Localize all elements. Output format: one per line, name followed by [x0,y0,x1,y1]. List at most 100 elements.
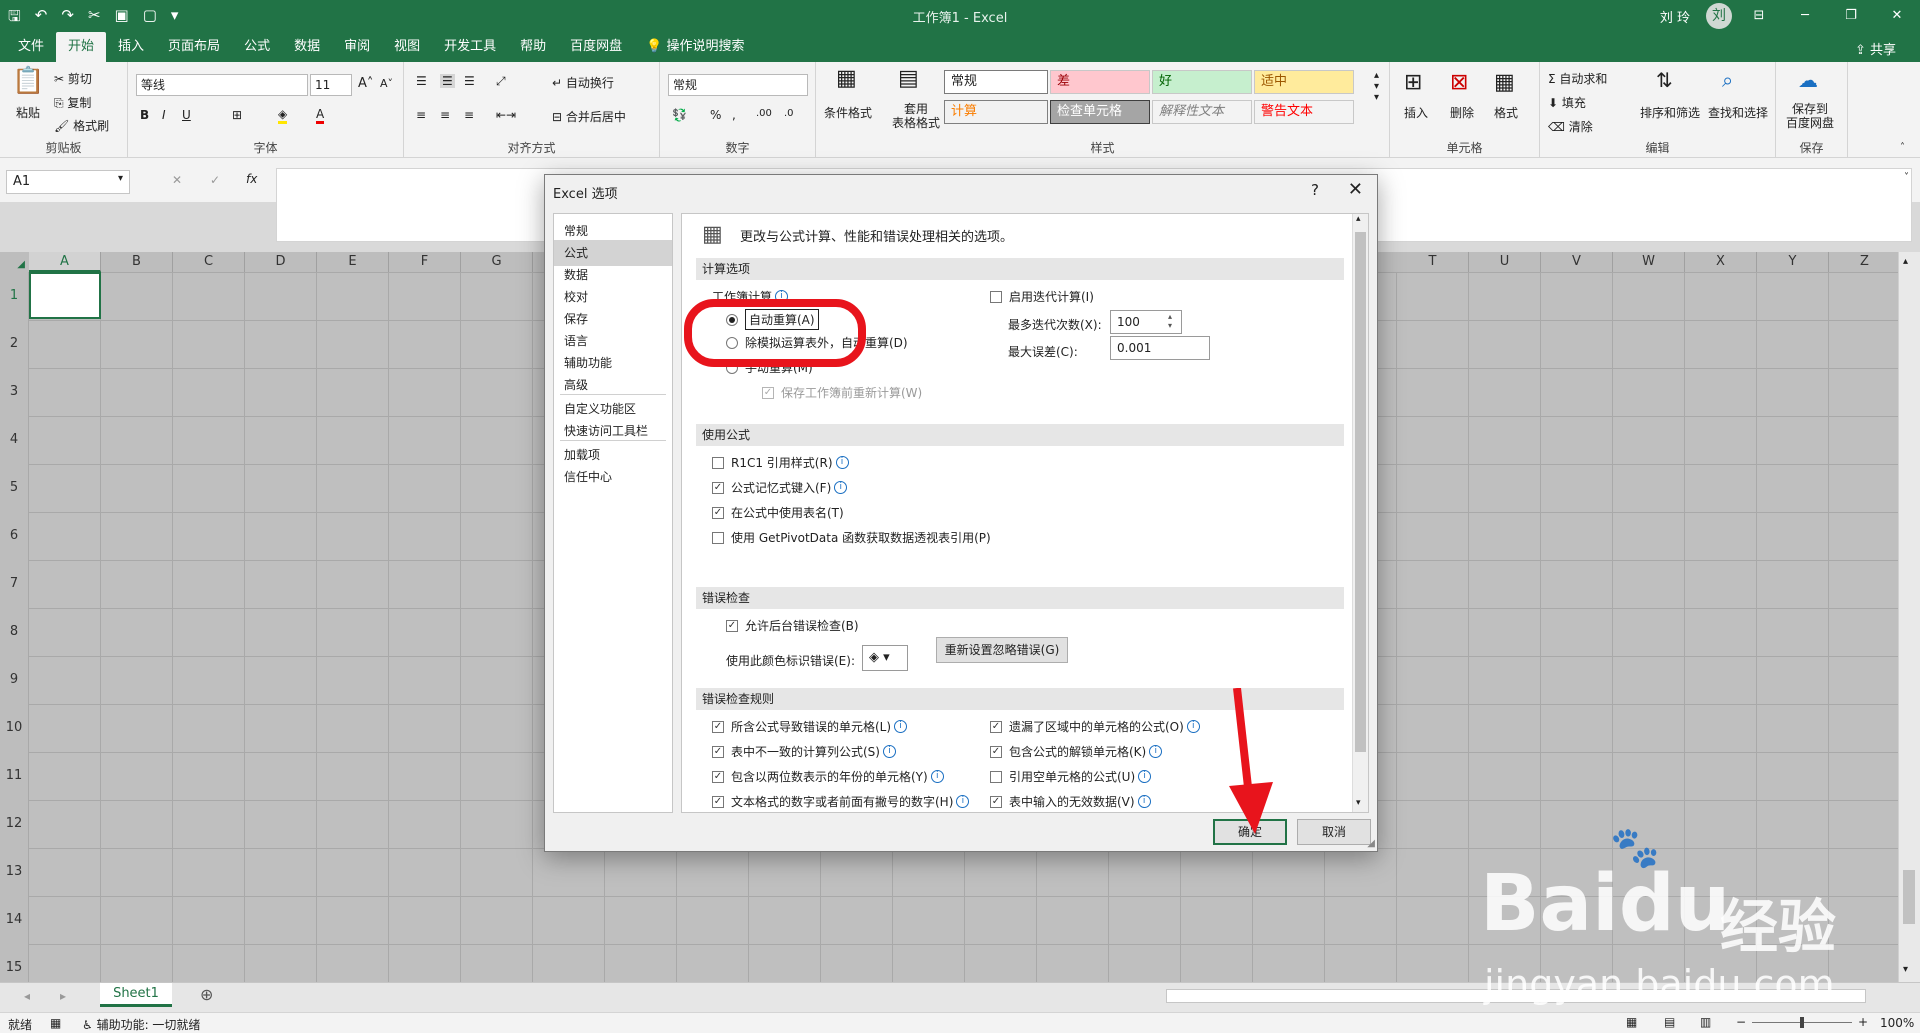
rule-left-2[interactable]: ✓ 包含以两位数表示的年份的单元格(Y) i [712,768,944,785]
confirm-entry-icon[interactable]: ✓ [210,173,220,187]
column-header-A[interactable]: A [29,252,101,272]
resize-grip-icon[interactable]: ◢ [1367,838,1375,849]
format-cells-button[interactable]: 格式 [1494,104,1518,121]
macro-record-icon[interactable]: ▦ [50,1016,61,1030]
fill-color-icon[interactable]: ◈ [278,107,288,124]
scroll-up-icon[interactable]: ▴ [1903,256,1908,267]
row-header-12[interactable]: 12 [0,816,28,831]
row-header-7[interactable]: 7 [0,576,28,591]
user-name[interactable]: 刘 玲 [1660,7,1690,26]
cell-style-1[interactable]: 差 [1050,70,1150,94]
column-header-B[interactable]: B [101,252,173,272]
find-select-button[interactable]: 查找和选择 [1708,104,1768,121]
row-header-13[interactable]: 13 [0,864,28,879]
row-header-1[interactable]: 1 [0,288,28,303]
close-icon[interactable]: ✕ [1874,0,1920,32]
column-header-U[interactable]: U [1469,252,1541,272]
collapse-ribbon-icon[interactable]: ˄ [1900,142,1905,153]
column-header-Z[interactable]: Z [1829,252,1901,272]
name-box[interactable]: A1 [6,170,130,194]
share-button[interactable]: ⇪ 共享 [1855,39,1896,58]
nav-item-11[interactable]: 信任中心 [554,464,672,490]
paste-button[interactable]: 粘贴 [16,104,40,121]
column-header-G[interactable]: G [461,252,533,272]
font-name-select[interactable]: 等线 [136,74,308,96]
prev-sheet-icon[interactable]: ◂ [24,989,30,1003]
help-icon[interactable]: ? [1311,181,1319,199]
tab-3[interactable]: 页面布局 [156,32,232,62]
cell-style-6[interactable]: 解释性文本 [1152,100,1252,124]
decrease-decimal-icon[interactable]: .0 [784,108,794,119]
align-top-icon[interactable]: ☰ [416,74,427,88]
find-select-icon[interactable]: ⌕ [1722,68,1733,92]
tab-4[interactable]: 公式 [232,32,282,62]
format-table-icon[interactable]: ▤ [898,66,919,91]
tab-8[interactable]: 开发工具 [432,32,508,62]
cancel-button[interactable]: 取消 [1297,819,1371,845]
namebox-dropdown-icon[interactable]: ▾ [118,173,123,184]
clear-button[interactable]: ⌫ 清除 [1548,118,1593,135]
align-bottom-icon[interactable]: ☰ [464,74,475,88]
autosum-button[interactable]: Σ 自动求和 [1548,70,1607,87]
accessibility-status[interactable]: ♿ 辅助功能: 一切就绪 [82,1016,200,1033]
format-cells-icon[interactable]: ▦ [1494,70,1515,95]
cell-style-7[interactable]: 警告文本 [1254,100,1354,124]
column-header-C[interactable]: C [173,252,245,272]
merge-center-button[interactable]: ⊟ 合并后居中 [552,108,626,125]
expand-formula-icon[interactable]: ˅ [1904,172,1909,183]
content-scroll-up-icon[interactable]: ▴ [1356,214,1361,224]
fill-button[interactable]: ⬇ 填充 [1548,94,1586,111]
max-change-input[interactable]: 0.001 [1110,336,1210,360]
column-header-E[interactable]: E [317,252,389,272]
comma-icon[interactable]: , [732,108,736,122]
insert-cells-button[interactable]: 插入 [1404,104,1428,121]
tab-9[interactable]: 帮助 [508,32,558,62]
delete-cells-icon[interactable]: ⊠ [1450,70,1468,95]
column-header-W[interactable]: W [1613,252,1685,272]
tab-1[interactable]: 开始 [56,32,107,62]
iterative-calc-checkbox[interactable]: 启用迭代计算(I) [990,288,1094,305]
cancel-entry-icon[interactable]: ✕ [172,173,182,187]
tab-10[interactable]: 百度网盘 [558,32,634,62]
column-header-D[interactable]: D [245,252,317,272]
gallery-scroll-icon[interactable]: ▴ ▾ ▾ [1374,70,1379,103]
row-header-4[interactable]: 4 [0,432,28,447]
column-header-F[interactable]: F [389,252,461,272]
column-header-Y[interactable]: Y [1757,252,1829,272]
content-scroll-thumb[interactable] [1355,232,1366,752]
iterations-spinner-icon[interactable]: ▴ ▾ [1168,312,1172,330]
minimize-icon[interactable]: ─ [1782,0,1828,32]
format-painter-button[interactable]: 🖌 格式刷 [54,117,109,134]
bold-icon[interactable]: B [140,108,149,122]
cell-style-5[interactable]: 检查单元格 [1050,100,1150,124]
cell-style-2[interactable]: 好 [1152,70,1252,94]
delete-cells-button[interactable]: 删除 [1450,104,1474,121]
reset-ignored-errors-button[interactable]: 重新设置忽略错误(G) [936,637,1068,663]
copy-button[interactable]: ⎘ 复制 [54,94,91,111]
row-header-15[interactable]: 15 [0,960,28,975]
row-header-14[interactable]: 14 [0,912,28,927]
row-header-3[interactable]: 3 [0,384,28,399]
paste-icon[interactable]: 📋 [12,66,44,96]
border-icon[interactable]: ⊞ [232,108,242,122]
baidu-cloud-icon[interactable]: ☁ [1798,68,1818,92]
active-cell-a1[interactable] [29,272,101,319]
avatar[interactable]: 刘 [1706,3,1732,29]
font-size-select[interactable]: 11 [310,74,352,96]
wrap-text-button[interactable]: ↵ 自动换行 [552,74,614,91]
number-format-select[interactable]: 常规 [668,74,808,96]
tab-11[interactable]: 💡 操作说明搜索 [634,32,756,62]
content-scrollbar[interactable]: ▴ ▾ [1352,214,1368,812]
insert-cells-icon[interactable]: ⊞ [1404,70,1422,95]
tab-0[interactable]: 文件 [6,32,56,62]
indent-icon[interactable]: ⇤⇥ [496,108,516,122]
formula-option-0[interactable]: R1C1 引用样式(R) i [712,454,849,471]
tab-7[interactable]: 视图 [382,32,432,62]
conditional-format-icon[interactable]: ▦ [836,66,857,91]
add-sheet-icon[interactable]: ⊕ [200,985,213,1004]
cell-style-0[interactable]: 常规 [944,70,1048,94]
insert-function-icon[interactable]: fx [246,172,257,186]
align-right-icon[interactable]: ≡ [464,108,474,122]
content-scroll-down-icon[interactable]: ▾ [1356,798,1361,808]
row-header-11[interactable]: 11 [0,768,28,783]
